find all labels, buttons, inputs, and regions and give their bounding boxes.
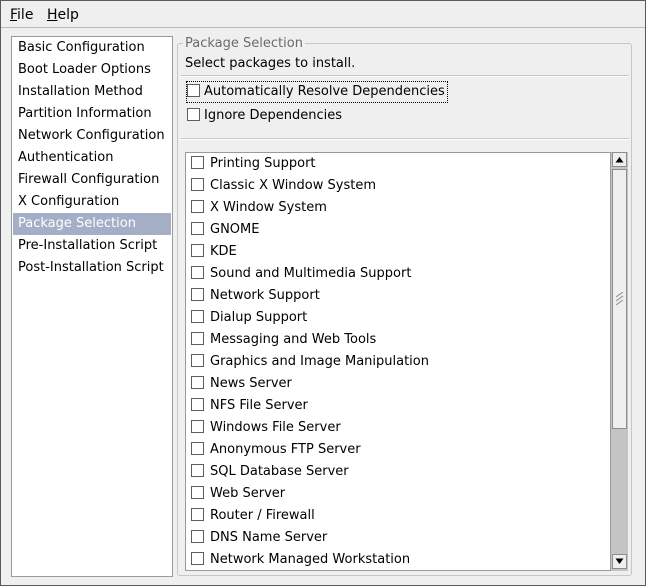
sidebar-item-post-installation-script[interactable]: Post-Installation Script [13,257,171,279]
menu-help[interactable]: Help [47,7,79,23]
sidebar-item-installation-method[interactable]: Installation Method [13,81,171,103]
package-label: Network Support [210,288,320,303]
frame-title: Package Selection [183,36,305,51]
ignore-dependencies-checkbox[interactable]: Ignore Dependencies [187,106,342,126]
package-item[interactable]: Graphics and Image Manipulation [191,351,429,373]
menu-file-mnemonic: F [10,7,18,23]
package-item[interactable]: Printing Support [191,153,316,175]
package-item[interactable]: Messaging and Web Tools [191,329,376,351]
package-item[interactable]: X Window System [191,197,327,219]
checkbox-box [191,332,204,345]
sidebar-item-network-configuration[interactable]: Network Configuration [13,125,171,147]
package-label: Graphics and Image Manipulation [210,354,429,369]
checkbox-box [191,376,204,389]
checkbox-box [191,486,204,499]
checkbox-box [191,310,204,323]
menu-file[interactable]: File [10,7,33,23]
checkbox-box [191,266,204,279]
sidebar-item-x-configuration[interactable]: X Configuration [13,191,171,213]
package-label: NFS File Server [210,398,308,413]
package-item[interactable]: Web Server [191,483,285,505]
checkbox-box [191,178,204,191]
checkbox-box [191,464,204,477]
auto-resolve-dependencies-checkbox[interactable]: Automatically Resolve Dependencies [186,81,448,103]
checkbox-box [187,84,200,97]
sidebar-item-pre-installation-script[interactable]: Pre-Installation Script [13,235,171,257]
checkbox-box [191,398,204,411]
package-label: DNS Name Server [210,530,328,545]
grip-icon [616,292,624,306]
sidebar-item-boot-loader-options[interactable]: Boot Loader Options [13,59,171,81]
scrollbar-thumb[interactable] [612,169,627,429]
checkbox-box [191,222,204,235]
package-label: Router / Firewall [210,508,315,523]
package-item[interactable]: News Server [191,373,292,395]
scroll-down-button[interactable] [612,554,627,569]
package-item[interactable]: Network Support [191,285,320,307]
package-label: Printing Support [210,156,316,171]
package-label: News Server [210,376,292,391]
package-item[interactable]: Router / Firewall [191,505,315,527]
package-item[interactable]: Classic X Window System [191,175,376,197]
menu-help-mnemonic: H [47,7,58,23]
checkbox-box [191,156,204,169]
package-item[interactable]: Windows File Server [191,417,341,439]
checkbox-box [191,200,204,213]
package-list: Printing Support Classic X Window System… [185,152,628,571]
sidebar-item-partition-information[interactable]: Partition Information [13,103,171,125]
package-item[interactable]: Network Managed Workstation [191,549,411,570]
app-window: File Help Basic Configuration Boot Loade… [0,0,646,586]
arrow-up-icon [615,157,624,163]
intro-text: Select packages to install. [185,56,356,71]
checkbox-box [191,288,204,301]
package-item[interactable]: DNS Name Server [191,527,327,549]
package-item[interactable]: Dialup Support [191,307,307,329]
checkbox-box [191,244,204,257]
package-label: GNOME [210,222,260,237]
checkbox-box [187,108,200,121]
ignore-dependencies-label: Ignore Dependencies [204,108,342,123]
package-label: Classic X Window System [210,178,376,193]
package-item[interactable]: KDE [191,241,237,263]
package-item[interactable]: SQL Database Server [191,461,349,483]
checkbox-box [191,354,204,367]
scroll-up-button[interactable] [612,152,627,167]
separator [181,138,629,140]
separator [181,75,629,77]
package-label: Network Managed Workstation [210,552,411,567]
package-label: Dialup Support [210,310,308,325]
auto-resolve-label: Automatically Resolve Dependencies [204,84,445,99]
checkbox-box [191,508,204,521]
package-label: Anonymous FTP Server [210,442,361,457]
arrow-down-icon [615,558,624,564]
package-list-scrollbar[interactable] [610,152,628,571]
sidebar-item-authentication[interactable]: Authentication [13,147,171,169]
package-label: SQL Database Server [210,464,349,479]
sidebar-item-firewall-configuration[interactable]: Firewall Configuration [13,169,171,191]
package-item[interactable]: GNOME [191,219,259,241]
menu-help-label: elp [57,7,79,23]
checkbox-box [191,420,204,433]
checkbox-box [191,442,204,455]
package-item[interactable]: Sound and Multimedia Support [191,263,411,285]
sidebar-item-basic-configuration[interactable]: Basic Configuration [13,37,171,59]
menu-file-label: ile [17,7,34,23]
package-label: Messaging and Web Tools [210,332,377,347]
package-item[interactable]: NFS File Server [191,395,308,417]
sidebar-item-package-selection[interactable]: Package Selection [13,213,171,235]
package-label: Windows File Server [210,420,341,435]
package-item[interactable]: Anonymous FTP Server [191,439,361,461]
menubar: File Help [1,1,645,28]
package-label: X Window System [210,200,327,215]
package-label: KDE [210,244,237,259]
section-sidebar: Basic Configuration Boot Loader Options … [11,36,173,577]
checkbox-box [191,552,204,565]
checkbox-box [191,530,204,543]
package-label: Web Server [210,486,286,501]
package-label: Sound and Multimedia Support [210,266,412,281]
